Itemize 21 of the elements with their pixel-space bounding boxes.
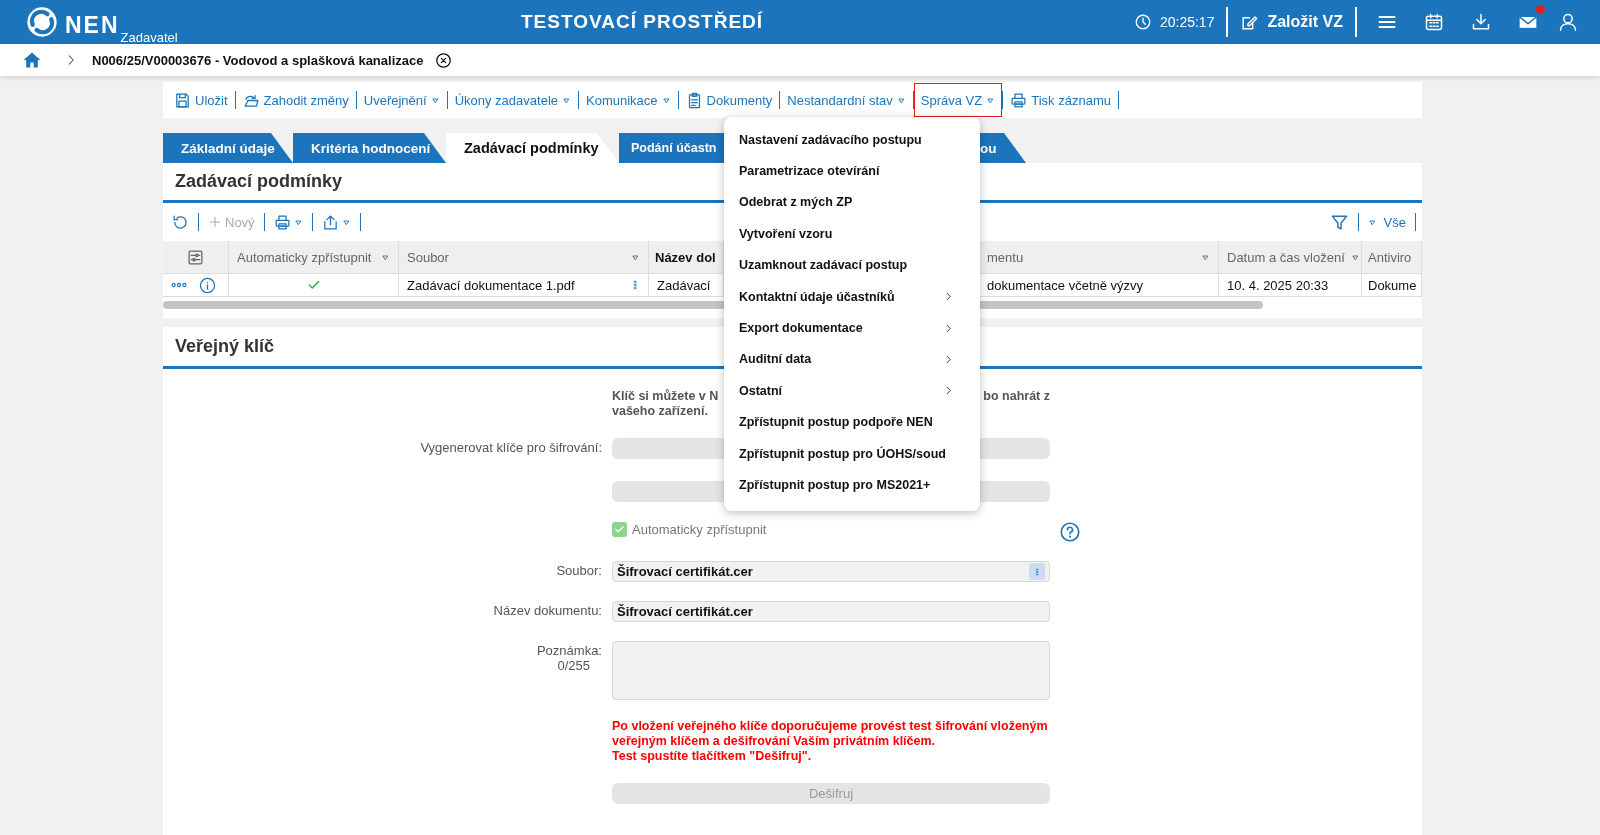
intro-text: bo nahrát z <box>983 389 1050 404</box>
checkbox-label: Automaticky zpřístupnit <box>632 522 767 537</box>
environment-title: TESTOVACÍ PROSTŘEDÍ <box>521 11 764 33</box>
section-title: Zadávací podmínky <box>175 171 343 192</box>
table-cell: Dokume <box>1368 277 1417 293</box>
table-cell-text: dokumentace včetně výzvy <box>987 277 1145 293</box>
field-label: Soubor: <box>556 563 602 578</box>
table-cell-text: Zadávací dokumentace 1.pdf <box>407 277 576 293</box>
field-label: Poznámka: <box>535 643 602 658</box>
intro-text: Klíč si můžete v N <box>612 389 719 404</box>
table-cell-text: Zadávací <box>657 277 712 293</box>
field-label: Vygenerovat klíče pro šifrování: <box>420 440 602 455</box>
clock-time: 20:25:17 <box>1159 14 1215 30</box>
section-title: Veřejný klíč <box>175 336 275 357</box>
logo-subtitle: Zadavatel <box>120 31 178 44</box>
field-label: Název dokumentu: <box>493 603 602 618</box>
intro-text: vašeho zařízení. <box>612 404 709 419</box>
warning-text: Po vložení veřejného klíče doporučujeme provést test šifrování vloženým veřejným klíčem a dešifrování Vaším privátním klíčem. Test spustíte tlačítkem "Dešifruj". <box>612 719 1049 764</box>
character-counter: 0/255 <box>556 658 591 673</box>
table-cell-text: 10. 4. 2025 20:33 <box>1227 277 1330 293</box>
logo-text: NEN <box>65 12 120 38</box>
